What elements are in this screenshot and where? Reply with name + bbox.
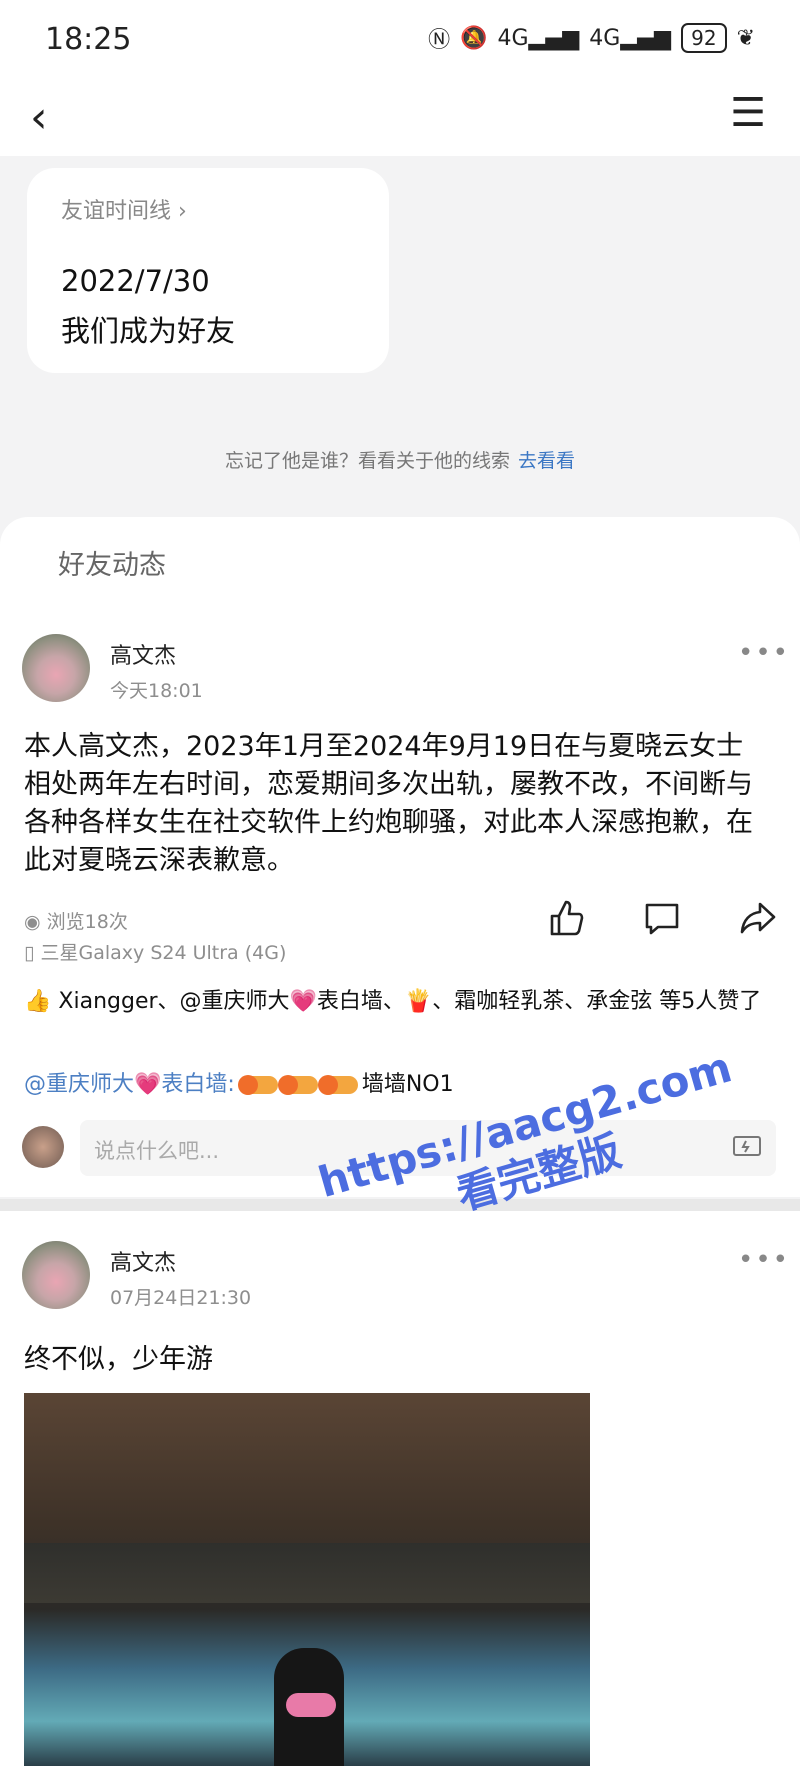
leaf-icon: ❦ — [736, 25, 755, 51]
post-time: 07月24日21:30 — [110, 1287, 252, 1309]
post-content: 本人高文杰，2023年1月至2024年9月19日在与夏晓云女士相处两年左右时间，… — [24, 731, 753, 876]
thumbs-up-icon: 👍 — [24, 989, 52, 1014]
friend-date: 2022/7/30 — [61, 264, 210, 298]
my-avatar — [22, 1126, 64, 1168]
photo-ledge — [24, 1543, 590, 1603]
share-icon — [740, 902, 776, 934]
comment-placeholder: 说点什么吧... — [94, 1139, 220, 1163]
thumbs-up-icon — [550, 900, 584, 936]
comment-item: @重庆师大💗表白墙: 墙墙NO1 — [24, 1066, 454, 1098]
post-content: 终不似，少年游 — [24, 1344, 213, 1375]
more-icon[interactable]: ••• — [738, 638, 790, 668]
mute-icon: 🔕 — [460, 25, 488, 51]
post-photo[interactable] — [24, 1393, 590, 1766]
avatar[interactable] — [22, 634, 90, 702]
post-actions — [544, 896, 780, 940]
view-count: ◉ 浏览18次 — [24, 911, 128, 933]
eye-icon: ◉ — [24, 911, 41, 933]
like-button[interactable] — [544, 896, 588, 940]
rating-badge-icon — [277, 1075, 318, 1095]
feed-title: 好友动态 — [58, 550, 166, 581]
status-icons: Ⓝ 🔕 4G▂▄▆ 4G▂▄▆ 92 ❦ — [428, 22, 755, 54]
phone-icon: ▯ — [24, 942, 35, 964]
share-button[interactable] — [736, 896, 780, 940]
timeline-title: 友谊时间线 › — [61, 199, 187, 224]
battery-icon: 92 — [681, 23, 727, 53]
rating-badge-icon — [237, 1075, 278, 1095]
chevron-right-icon: › — [178, 199, 187, 224]
rating-badge-icon — [317, 1075, 358, 1095]
comment-icon — [645, 903, 679, 935]
friendship-timeline-card[interactable]: 友谊时间线 › 2022/7/30 我们成为好友 — [27, 168, 389, 373]
menu-icon[interactable]: ☰ — [730, 90, 766, 136]
device-info: ▯ 三星Galaxy S24 Ultra (4G) — [24, 942, 287, 964]
status-bar: 18:25 Ⓝ 🔕 4G▂▄▆ 4G▂▄▆ 92 ❦ — [0, 0, 800, 78]
friend-desc: 我们成为好友 — [61, 314, 236, 348]
signal-icon: 4G▂▄▆ — [589, 25, 672, 51]
more-icon[interactable]: ••• — [738, 1245, 790, 1275]
post-author[interactable]: 高文杰 — [110, 1245, 176, 1277]
nfc-icon: Ⓝ — [428, 28, 451, 53]
post-2: 高文杰 07月24日21:30 ••• 终不似，少年游 — [0, 1211, 800, 1766]
post-author[interactable]: 高文杰 — [110, 638, 176, 670]
flower-bouquet — [286, 1693, 336, 1717]
avatar[interactable] — [22, 1241, 90, 1309]
post-time: 今天18:01 — [110, 680, 203, 702]
status-time: 18:25 — [45, 22, 132, 57]
hint-text: 忘记了他是谁？看看关于他的线索 — [224, 450, 510, 472]
view-clues-link[interactable]: 去看看 — [518, 450, 575, 472]
back-icon[interactable]: ‹ — [30, 92, 48, 143]
signal-icon: 4G▂▄▆ — [497, 25, 580, 51]
clue-hint: 忘记了他是谁？看看关于他的线索 去看看 — [0, 446, 800, 473]
comment-author[interactable]: @重庆师大💗表白墙: — [24, 1072, 235, 1097]
nav-bar: ‹ ☰ — [0, 78, 800, 156]
comment-button[interactable] — [640, 896, 684, 940]
likes-list: 👍 Xiangger、@重庆师大💗表白墙、🍟、霜咖轻乳茶、承金弦 等5人赞了 — [24, 989, 762, 1014]
comment-text: 墙墙NO1 — [361, 1072, 454, 1097]
